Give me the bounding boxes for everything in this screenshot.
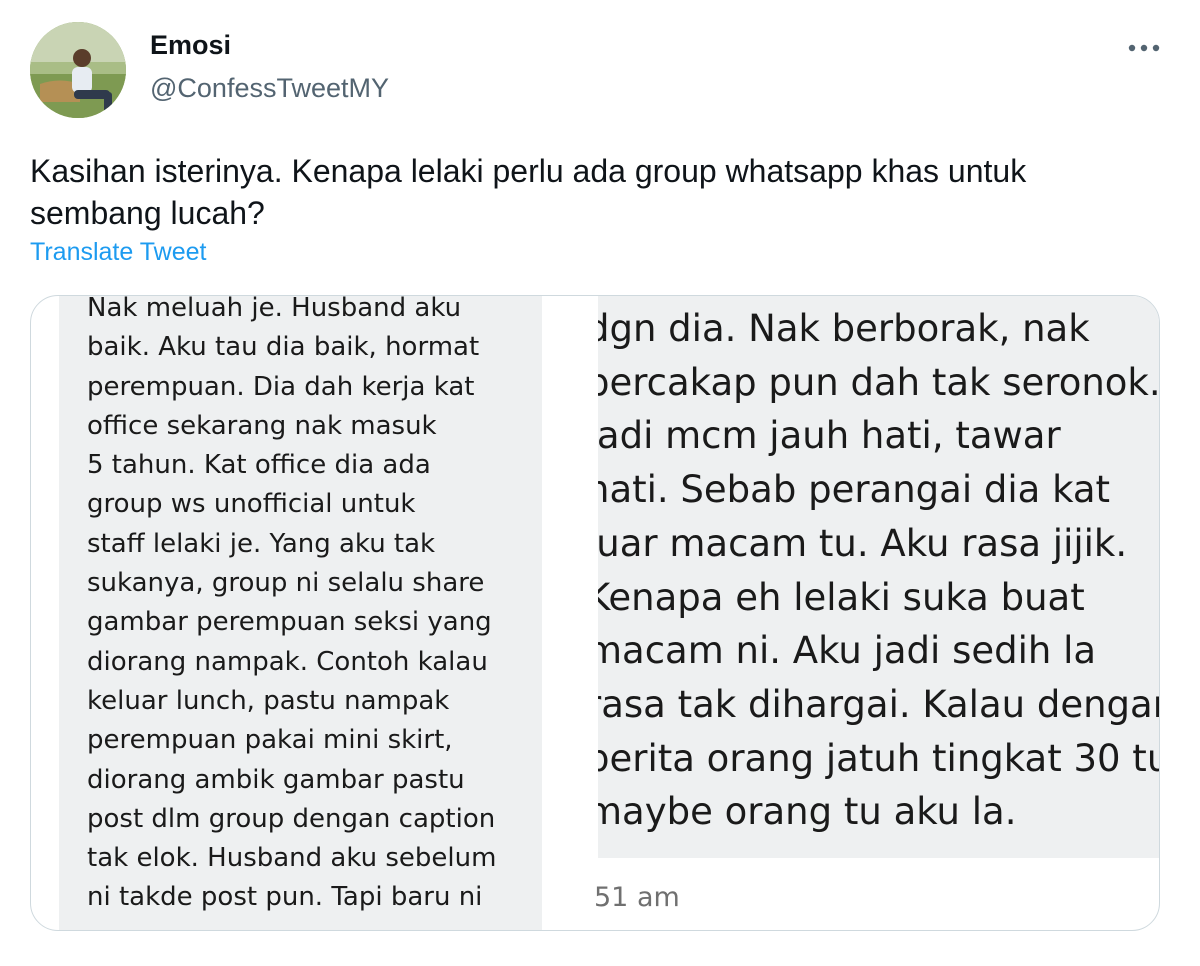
screenshot-text-line: berita orang jatuh tingkat 30 tu	[598, 736, 1160, 780]
screenshot-text-line: dgn dia. Nak berborak, nak	[598, 307, 1090, 350]
author-display-name[interactable]: Emosi	[150, 30, 231, 61]
screenshot-text-line: Nak meluah je. Husband aku	[87, 296, 462, 323]
screenshot-text-line: gambar perempuan seksi yang	[87, 607, 492, 638]
screenshot-text-line: tak elok. Husband aku sebelum	[87, 843, 497, 874]
screenshot-left-text: Nak meluah je. Husband aku baik. Aku tau…	[87, 296, 537, 918]
screenshot-text-line: macam ni. Aku jadi sedih la	[598, 629, 1097, 673]
screenshot-text-line: rasa tak dihargai. Kalau dengar	[598, 682, 1160, 726]
screenshot-timestamp: 51 am	[594, 882, 680, 913]
screenshot-text-line: Jadi mcm jauh hati, tawar	[598, 414, 1061, 458]
tweet-text: Kasihan isterinya. Kenapa lelaki perlu a…	[30, 153, 1027, 231]
screenshot-text-line: luar macam tu. Aku rasa jijik.	[598, 521, 1128, 565]
translate-tweet-link[interactable]: Translate Tweet	[30, 238, 206, 267]
screenshot-text-line: 5 tahun. Kat office dia ada	[87, 450, 431, 481]
tweet-media-image[interactable]: Nak meluah je. Husband aku baik. Aku tau…	[30, 295, 1160, 931]
screenshot-right-panel: dgn dia. Nak berborak, nak percakap pun …	[598, 296, 1160, 858]
screenshot-text-line: perempuan. Dia dah kerja kat	[87, 371, 475, 402]
screenshot-text-line: ni takde post pun. Tapi baru ni	[87, 882, 483, 913]
screenshot-right-text: dgn dia. Nak berborak, nak percakap pun …	[598, 302, 1160, 839]
screenshot-text-line: keluar lunch, pastu nampak	[87, 685, 450, 716]
screenshot-left-panel: Nak meluah je. Husband aku baik. Aku tau…	[59, 296, 542, 930]
screenshot-text-line: baik. Aku tau dia baik, hormat	[87, 332, 480, 363]
screenshot-text-line: staff lelaki je. Yang aku tak	[87, 528, 436, 559]
screenshot-text-line: percakap pun dah tak seronok.	[598, 360, 1160, 404]
screenshot-text-line: perempuan pakai mini skirt,	[87, 725, 453, 756]
screenshot-text-line: maybe orang tu aku la.	[598, 790, 1017, 834]
more-options-button[interactable]	[1122, 34, 1166, 62]
screenshot-text-line: office sekarang nak masuk	[87, 410, 437, 441]
screenshot-text-line: diorang ambik gambar pastu	[87, 764, 465, 795]
avatar[interactable]	[30, 22, 126, 118]
screenshot-text-line: hati. Sebab perangai dia kat	[598, 468, 1111, 512]
author-handle[interactable]: @ConfessTweetMY	[150, 73, 389, 104]
screenshot-text-line: Kenapa eh lelaki suka buat	[598, 575, 1085, 619]
screenshot-text-line: group ws unofficial untuk	[87, 489, 416, 520]
screenshot-text-line: diorang nampak. Contoh kalau	[87, 646, 488, 677]
screenshot-text-line: sukanya, group ni selalu share	[87, 568, 485, 599]
more-horizontal-icon	[1128, 44, 1160, 52]
profile-photo-icon	[30, 22, 126, 118]
screenshot-text-line: post dlm group dengan caption	[87, 803, 496, 834]
